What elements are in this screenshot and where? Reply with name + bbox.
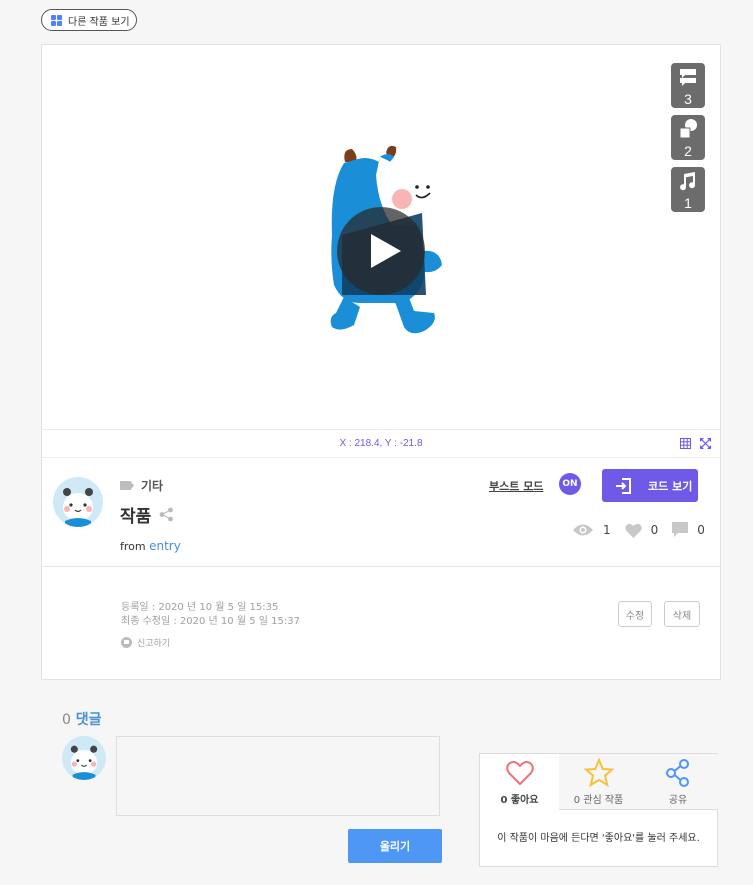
report-icon <box>121 637 132 648</box>
report-label: 신고하기 <box>137 639 171 649</box>
category-row: 기타 <box>120 477 163 494</box>
share-label: 공유 <box>668 795 688 806</box>
project-stats: 1 0 0 <box>572 522 719 538</box>
heart-outline-icon <box>506 761 534 786</box>
speech-bubbles-icon <box>680 69 696 86</box>
enter-code-icon <box>616 477 631 494</box>
favorite-button[interactable]: 0 관심 작품 <box>559 754 639 810</box>
heart-icon <box>625 523 642 538</box>
edit-button[interactable]: 수정 <box>618 601 652 627</box>
project-title: 작품 <box>120 507 152 527</box>
commenter-avatar <box>62 736 106 780</box>
views-count: 1 <box>603 523 611 537</box>
shapes-icon <box>679 119 697 139</box>
comment-count-label: 댓글 <box>75 712 102 728</box>
other-works-label: 다른 작품 보기 <box>68 16 130 28</box>
shapes-button[interactable]: 2 <box>671 115 705 160</box>
comment-count-number: 0 <box>62 712 71 728</box>
entrybot-avatar-icon <box>53 477 103 527</box>
author-avatar[interactable] <box>53 477 103 527</box>
share-button[interactable]: 공유 <box>638 754 718 810</box>
comments-stat: 0 <box>672 522 705 538</box>
speech-bubbles-button[interactable]: 3 <box>671 63 705 108</box>
action-panel: 0 좋아요 0 관심 작품 공유 이 작품이 마음에 든다면 '좋아요'를 눌러… <box>479 753 718 867</box>
comment-input[interactable] <box>116 736 440 816</box>
registered-date: 등록일 : 2020 년 10 월 5 일 15:35 <box>121 602 279 613</box>
like-label: 0 좋아요 <box>500 795 539 806</box>
category-label: 기타 <box>141 479 164 493</box>
likes-count: 0 <box>650 523 659 537</box>
like-prompt-message: 이 작품이 마음에 든다면 '좋아요'를 눌러 주세요. <box>497 833 700 844</box>
other-works-button[interactable]: 다른 작품 보기 <box>41 9 137 31</box>
fullscreen-icon[interactable] <box>700 438 711 449</box>
boost-toggle[interactable]: ON <box>559 473 581 495</box>
favorite-label: 0 관심 작품 <box>573 795 624 806</box>
project-stage[interactable]: 3 2 1 <box>42 45 720 429</box>
grid-toggle-icon[interactable] <box>680 438 691 449</box>
like-button[interactable]: 0 좋아요 <box>480 754 560 810</box>
code-view-button[interactable]: 코드 보기 <box>602 469 698 502</box>
music-button[interactable]: 1 <box>671 167 705 212</box>
coordinate-readout: X : 218.4, Y : -21.8 <box>339 438 423 449</box>
shapes-count: 2 <box>684 143 692 159</box>
coordinate-bar: X : 218.4, Y : -21.8 <box>42 429 720 458</box>
dates-block: 등록일 : 2020 년 10 월 5 일 15:35 최종 수정일 : 202… <box>121 601 300 629</box>
play-button[interactable] <box>337 207 425 295</box>
code-view-label: 코드 보기 <box>648 479 693 493</box>
eye-icon <box>573 524 593 536</box>
project-title-row: 작품 <box>120 502 174 527</box>
boost-mode-label[interactable]: 부스트 모드 <box>489 478 543 494</box>
from-line: from entry <box>120 539 181 553</box>
entrybot-avatar-small-icon <box>62 736 106 780</box>
modified-date: 최종 수정일 : 2020 년 10 월 5 일 15:37 <box>121 616 300 627</box>
star-outline-icon <box>584 758 614 788</box>
music-count: 1 <box>684 195 692 211</box>
comment-icon <box>672 522 689 537</box>
author-link[interactable]: entry <box>149 539 181 553</box>
share-nodes-icon <box>666 759 689 787</box>
views-stat: 1 <box>572 523 611 537</box>
project-info: 기타 작품 from entry 부스트 모드 ON 코드 보기 1 0 0 <box>42 458 720 567</box>
project-card: 3 2 1 X : 218.4, Y : -21.8 기타 작품 from en… <box>41 44 721 680</box>
comments-count: 0 <box>697 523 705 537</box>
speech-count: 3 <box>684 91 692 107</box>
grid-icon <box>51 14 62 26</box>
report-link[interactable]: 신고하기 <box>121 636 170 649</box>
share-icon[interactable] <box>159 507 174 522</box>
tag-icon <box>120 481 134 490</box>
comment-count: 0 댓글 <box>62 709 102 729</box>
from-label: from <box>120 540 146 553</box>
delete-button[interactable]: 삭제 <box>664 601 700 627</box>
likes-stat: 0 <box>625 523 659 538</box>
submit-comment-button[interactable]: 올리기 <box>348 829 442 863</box>
music-note-icon <box>680 172 696 191</box>
